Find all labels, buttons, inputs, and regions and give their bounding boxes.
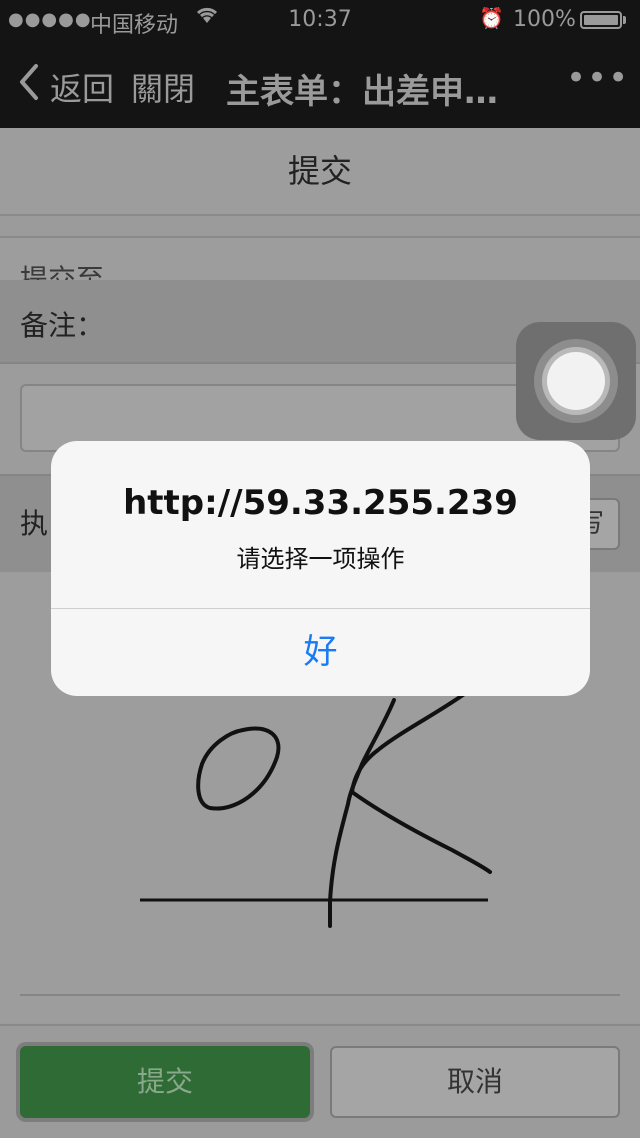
close-button[interactable]: 關閉 bbox=[131, 64, 195, 110]
alert-dialog: http://59.33.255.239 请选择一项操作 好 bbox=[51, 441, 590, 696]
alert-message: 请选择一项操作 bbox=[236, 545, 405, 573]
page-title: 提交 bbox=[0, 128, 640, 216]
back-button[interactable]: 返回 bbox=[50, 64, 114, 110]
status-bar: ●●●●● 中国移动 10:37 ⏰ 100% bbox=[0, 0, 640, 40]
footer-actions: 提交 取消 bbox=[0, 1024, 640, 1138]
submit-to-row: 提交至 bbox=[0, 236, 640, 282]
battery-nub bbox=[623, 16, 626, 24]
alert-title: http://59.33.255.239 bbox=[123, 483, 518, 523]
assistive-ring-inner bbox=[547, 352, 605, 410]
alert-ok-button[interactable]: 好 bbox=[51, 609, 590, 696]
submit-to-label: 提交至 bbox=[20, 263, 105, 282]
remark-label: 备注： bbox=[20, 309, 105, 342]
assistive-touch-button[interactable] bbox=[516, 322, 636, 440]
submit-button[interactable]: 提交 bbox=[20, 1046, 310, 1118]
battery-icon bbox=[580, 11, 622, 29]
signature-divider bbox=[20, 994, 620, 996]
nav-title: 主表单：出差申… bbox=[226, 72, 498, 112]
nav-bar: 返回 關閉 主表单：出差申… ••• bbox=[0, 40, 640, 128]
battery-percent: 100% bbox=[513, 7, 576, 32]
alarm-icon: ⏰ bbox=[479, 6, 504, 30]
exec-label: 执 bbox=[20, 507, 49, 540]
cancel-button[interactable]: 取消 bbox=[330, 1046, 620, 1118]
more-icon[interactable]: ••• bbox=[566, 58, 629, 98]
chevron-left-icon[interactable] bbox=[18, 62, 40, 109]
